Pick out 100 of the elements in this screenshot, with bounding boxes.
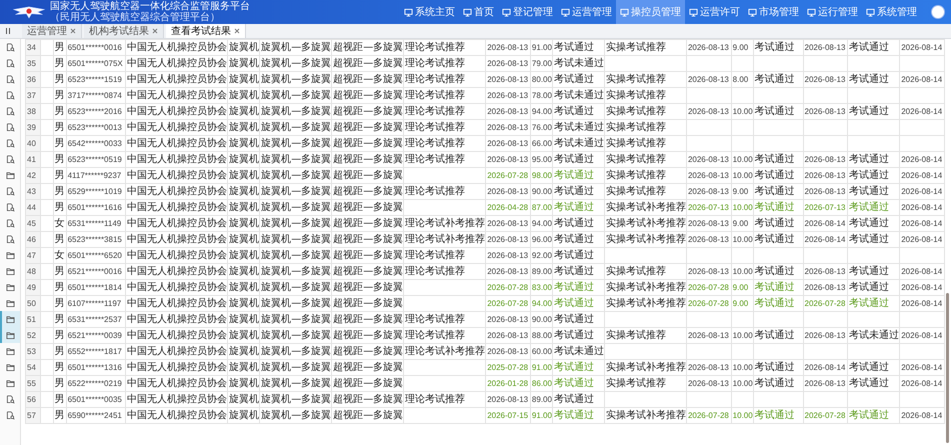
table-cell: 考试通过 xyxy=(753,104,803,120)
table-cell: 实操考试补考推荐 xyxy=(604,360,686,376)
nav-item[interactable]: 登记管理 xyxy=(498,0,557,24)
table-cell: 超视距—多旋翼 xyxy=(332,200,404,216)
sidebar-item[interactable] xyxy=(0,311,20,327)
table-cell: 考试通过 xyxy=(552,232,604,248)
table-cell: 超视距—多旋翼 xyxy=(332,56,404,72)
table-cell: 6523******0013 xyxy=(66,120,126,136)
table-cell: 理论考试推荐 xyxy=(404,40,486,56)
table-cell: 92.00 xyxy=(530,248,552,264)
table-cell: 男 xyxy=(53,104,66,120)
table-cell: 2026-08-13 xyxy=(803,280,848,296)
nav-item[interactable]: 运营许可 xyxy=(685,0,744,24)
table-cell: 旋翼机 xyxy=(228,296,260,312)
table-cell: 考试未通过 xyxy=(552,344,604,360)
table-cell: 6531******1149 xyxy=(66,216,126,232)
table-cell: 旋翼机 xyxy=(228,184,260,200)
table-cell: 6501******075X xyxy=(66,56,126,72)
table-cell: 考试未通过 xyxy=(552,56,604,72)
row-number: 56 xyxy=(26,392,41,408)
table-cell: 中国无人机操控员协会 xyxy=(126,328,228,344)
table-cell: 超视距—多旋翼 xyxy=(332,264,404,280)
table-cell: 2026-08-14 xyxy=(900,328,944,344)
table-cell: 2026-08-13 xyxy=(686,376,732,392)
scrollbar-thumb[interactable] xyxy=(946,293,949,443)
table-cell: 旋翼机—多旋翼 xyxy=(260,184,332,200)
table-cell: 中国无人机操控员协会 xyxy=(126,72,228,88)
table-cell: 超视距—多旋翼 xyxy=(332,136,404,152)
document-search-icon xyxy=(6,74,14,84)
table-cell: 2026-08-13 xyxy=(686,232,732,248)
table-cell: 中国无人机操控员协会 xyxy=(126,104,228,120)
table-cell: 理论考试推荐 xyxy=(404,104,486,120)
table-cell: 考试未通过 xyxy=(848,328,900,344)
page-tab[interactable]: 运营管理 xyxy=(22,24,82,38)
nav-item[interactable]: 系统主页 xyxy=(400,0,459,24)
table-cell: 中国无人机操控员协会 xyxy=(126,168,228,184)
close-icon[interactable] xyxy=(152,28,158,34)
table-cell: 10.00 xyxy=(731,264,754,280)
table-cell: 男 xyxy=(53,280,66,296)
table-cell: 2026-08-14 xyxy=(900,104,944,120)
table-cell: 男 xyxy=(53,152,66,168)
row-number: 39 xyxy=(26,120,41,136)
nav-item[interactable]: 市场管理 xyxy=(744,0,803,24)
close-icon[interactable] xyxy=(234,28,240,34)
nav-item[interactable]: 系统管理 xyxy=(862,0,921,24)
avatar-icon[interactable] xyxy=(931,5,945,19)
document-search-icon xyxy=(6,202,14,212)
table-cell: 6523******2016 xyxy=(66,104,126,120)
table-cell: 理论考试推荐 xyxy=(404,88,486,104)
table-cell: 实操考试推荐 xyxy=(604,136,686,152)
close-icon[interactable] xyxy=(70,28,76,34)
table-cell: 超视距—多旋翼 xyxy=(332,72,404,88)
table-cell: 10.00 xyxy=(731,232,754,248)
monitor-icon xyxy=(404,8,413,16)
table-cell: 9.00 xyxy=(731,40,754,56)
table-cell: 超视距—多旋翼 xyxy=(332,184,404,200)
sidebar-item[interactable] xyxy=(0,327,20,343)
table-cell: 男 xyxy=(53,376,66,392)
table-cell: 2026-08-13 xyxy=(486,264,530,280)
collapse-icon[interactable] xyxy=(4,27,12,35)
table-cell: 超视距—多旋翼 xyxy=(332,88,404,104)
table-cell: 中国无人机操控员协会 xyxy=(126,296,228,312)
table-cell: 考试通过 xyxy=(552,296,604,312)
table-cell: 旋翼机 xyxy=(228,312,260,328)
table-cell: 男 xyxy=(53,264,66,280)
table-cell: 考试通过 xyxy=(552,376,604,392)
nav-item[interactable]: 操控员管理 xyxy=(616,0,685,24)
table-cell: 旋翼机—多旋翼 xyxy=(260,200,332,216)
table-cell: 考试通过 xyxy=(848,280,900,296)
table-cell: 2026-08-13 xyxy=(486,88,530,104)
table-cell: 2026-08-13 xyxy=(486,312,530,328)
table-cell: 2026-08-13 xyxy=(803,104,848,120)
table-cell: 超视距—多旋翼 xyxy=(332,360,404,376)
table-cell: 中国无人机操控员协会 xyxy=(126,376,228,392)
folder-icon xyxy=(6,378,14,388)
monitor-icon xyxy=(620,8,629,16)
table-cell: 80.00 xyxy=(530,72,552,88)
table-cell: 旋翼机—多旋翼 xyxy=(260,312,332,328)
table-cell: 6501******1814 xyxy=(66,280,126,296)
table-cell: 2026-01-28 xyxy=(486,376,530,392)
nav-item[interactable]: 运行管理 xyxy=(803,0,862,24)
page-tab[interactable]: 查看考试结果 xyxy=(166,24,246,38)
table-cell: 考试通过 xyxy=(753,376,803,392)
table-cell: 中国无人机操控员协会 xyxy=(126,88,228,104)
table-cell: 2026-08-13 xyxy=(803,328,848,344)
table-cell: 理论考试推荐 xyxy=(404,248,486,264)
page-tab[interactable]: 机构考试结果 xyxy=(84,24,164,38)
table-cell: 考试通过 xyxy=(753,216,803,232)
table-cell: 理论考试推荐 xyxy=(404,264,486,280)
table-cell: 10.00 xyxy=(731,328,754,344)
nav-item[interactable]: 首页 xyxy=(459,0,498,24)
table-cell: 考试通过 xyxy=(848,168,900,184)
table-cell: 考试通过 xyxy=(753,328,803,344)
nav-item[interactable]: 运营管理 xyxy=(557,0,616,24)
table-cell: 2026-08-13 xyxy=(803,40,848,56)
table-cell: 男 xyxy=(53,72,66,88)
table-cell: 理论考试推荐 xyxy=(404,56,486,72)
document-search-icon xyxy=(6,138,14,148)
table-cell: 2026-08-14 xyxy=(900,376,944,392)
table-cell: 考试通过 xyxy=(552,392,604,408)
